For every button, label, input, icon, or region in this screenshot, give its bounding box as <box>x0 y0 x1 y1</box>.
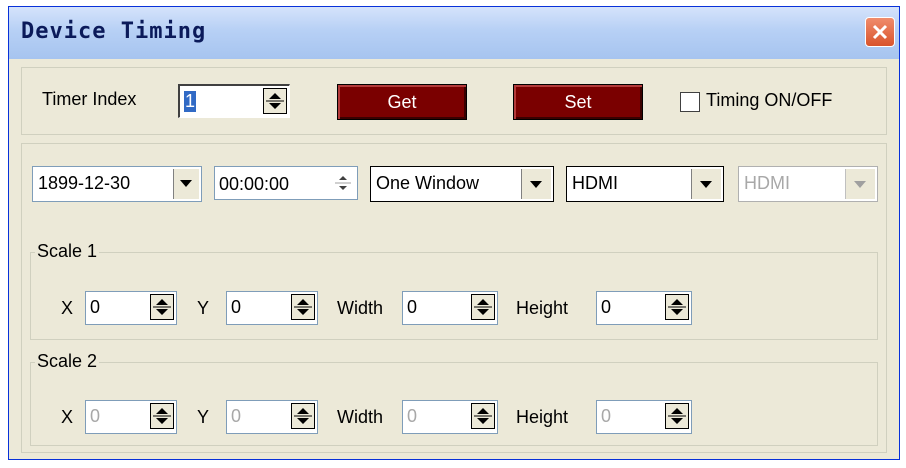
scale1-height-label: Height <box>516 298 569 318</box>
close-button[interactable] <box>865 17 895 47</box>
updown-arrows-icon <box>471 403 495 429</box>
scale1-x-value[interactable]: 0 <box>90 297 100 318</box>
timing-label[interactable]: Timing ON/OFF <box>706 90 832 111</box>
scale1-title: Scale 1 <box>35 241 100 262</box>
scale2-x-label: X <box>61 407 74 427</box>
timer-index-label: Timer Index <box>42 89 137 109</box>
scale2-y-value: 0 <box>231 406 242 426</box>
chevron-down-icon <box>845 169 875 199</box>
scale1-height-value[interactable]: 0 <box>601 297 611 318</box>
time-value: 00:00:00 <box>219 174 290 194</box>
window-mode-value: One Window <box>376 173 480 193</box>
time-spin-icon[interactable] <box>331 169 355 195</box>
controls-group: 1899-12-30 00:00:00 One Window HDMI HDMI <box>21 143 887 453</box>
timer-index-value[interactable]: 1 <box>184 91 197 112</box>
scale1-height-spinner[interactable]: 0 <box>596 291 692 325</box>
scale2-group: Scale 2 X 0 Y 0 Width 0 Height 0 <box>30 351 878 446</box>
updown-arrows-icon[interactable] <box>263 88 287 114</box>
scale1-width-spinner[interactable]: 0 <box>402 291 498 325</box>
date-value: 1899-12-30 <box>38 173 131 193</box>
scale2-height-label: Height <box>516 407 569 427</box>
scale2-y-label: Y <box>197 407 210 427</box>
updown-arrows-icon[interactable] <box>665 294 689 320</box>
scale1-x-label: X <box>61 298 74 318</box>
scale1-y-spinner[interactable]: 0 <box>226 291 318 325</box>
source2-value: HDMI <box>744 173 790 193</box>
scale2-width-spinner: 0 <box>402 400 498 434</box>
timing-checkbox[interactable] <box>680 92 700 112</box>
updown-arrows-icon <box>150 403 174 429</box>
scale1-x-spinner[interactable]: 0 <box>85 291 177 325</box>
scale2-width-value: 0 <box>407 406 418 426</box>
get-button[interactable]: Get <box>337 84 467 120</box>
scale1-y-value[interactable]: 0 <box>231 297 241 318</box>
scale2-height-spinner: 0 <box>596 400 692 434</box>
device-timing-window: Device Timing Timer Index 1 Get Set Timi… <box>8 6 900 460</box>
updown-arrows-icon[interactable] <box>150 294 174 320</box>
updown-arrows-icon <box>291 403 315 429</box>
scale2-x-value: 0 <box>90 406 101 426</box>
title-bar[interactable]: Device Timing <box>9 7 899 59</box>
close-icon <box>872 24 888 40</box>
scale1-group: Scale 1 X 0 Y 0 Width 0 Height 0 <box>30 241 878 340</box>
source1-value: HDMI <box>572 173 618 193</box>
updown-arrows-icon <box>665 403 689 429</box>
source2-select: HDMI <box>738 166 878 202</box>
timer-group: Timer Index 1 Get Set Timing ON/OFF <box>21 67 887 135</box>
timer-index-spinner[interactable]: 1 <box>178 84 290 118</box>
window-title: Device Timing <box>21 19 207 44</box>
time-picker[interactable]: 00:00:00 <box>214 166 358 200</box>
source1-select[interactable]: HDMI <box>566 166 724 202</box>
scale1-width-label: Width <box>337 298 384 318</box>
window-mode-select[interactable]: One Window <box>370 166 554 202</box>
scale1-y-label: Y <box>197 298 210 318</box>
scale2-y-spinner: 0 <box>226 400 318 434</box>
scale2-height-value: 0 <box>601 406 612 426</box>
set-button[interactable]: Set <box>513 84 643 120</box>
chevron-down-icon[interactable] <box>691 169 721 199</box>
scale2-title: Scale 2 <box>35 351 100 372</box>
chevron-down-icon[interactable] <box>521 169 551 199</box>
scale2-x-spinner: 0 <box>85 400 177 434</box>
scale1-width-value[interactable]: 0 <box>407 297 417 318</box>
updown-arrows-icon[interactable] <box>471 294 495 320</box>
chevron-down-icon[interactable] <box>173 169 199 199</box>
scale2-width-label: Width <box>337 407 384 427</box>
date-picker[interactable]: 1899-12-30 <box>32 166 202 202</box>
updown-arrows-icon[interactable] <box>291 294 315 320</box>
